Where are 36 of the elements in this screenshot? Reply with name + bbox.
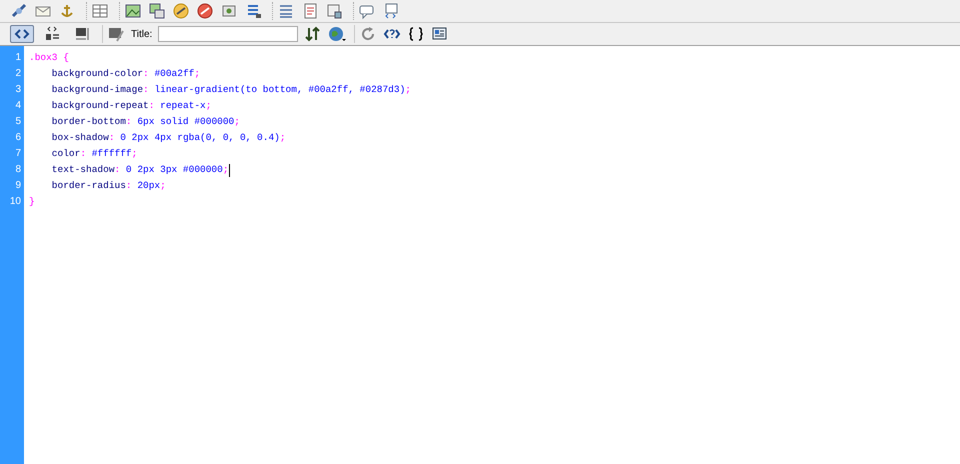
picture-icon[interactable]	[124, 2, 142, 20]
image-field-icon[interactable]	[325, 2, 343, 20]
code-line: color: #ffffff;	[50, 147, 138, 161]
view-toggle-button[interactable]	[10, 25, 34, 43]
line-number: 4	[14, 99, 22, 113]
code-line: background-color: #00a2ff;	[50, 67, 200, 81]
code-line: text-shadow: 0 2px 3px #000000;	[50, 163, 229, 177]
line-number: 2	[14, 67, 22, 81]
split-view-icon	[43, 25, 61, 43]
design-view-icon	[73, 25, 91, 43]
prohibition-icon[interactable]	[196, 2, 214, 20]
chain-link-icon[interactable]	[10, 2, 28, 20]
live-view-icon[interactable]	[107, 25, 125, 43]
line-number: 5	[14, 115, 22, 129]
title-label: Title:	[131, 28, 152, 40]
code-line: border-bottom: 6px solid #000000;	[50, 115, 240, 129]
line-number: 7	[14, 147, 22, 161]
line-number: 8	[14, 163, 22, 177]
code-line: background-image: linear-gradient(to bottom, #00a2ff, #0287d3);	[50, 83, 411, 97]
code-line: border-radius: 20px;	[50, 179, 166, 193]
line-number: 10	[8, 195, 22, 209]
code-line: .box3 {	[29, 51, 69, 65]
pen-disc-icon[interactable]	[172, 2, 190, 20]
code-line: background-repeat: repeat-x;	[50, 99, 212, 113]
code-line: }	[29, 195, 35, 209]
title-field[interactable]	[158, 26, 298, 42]
braces-icon[interactable]	[407, 25, 426, 43]
table-icon[interactable]	[91, 2, 109, 20]
line-number: 9	[14, 179, 22, 193]
sort-arrows-icon[interactable]	[304, 25, 322, 43]
line-number: 6	[14, 131, 22, 145]
line-number: 1	[14, 51, 22, 65]
picture-stack-icon[interactable]	[148, 2, 166, 20]
globe-icon[interactable]	[328, 25, 346, 43]
line-number: 3	[14, 83, 22, 97]
code-line: box-shadow: 0 2px 4px rgba(0, 0, 0, 0.4);	[50, 131, 286, 145]
